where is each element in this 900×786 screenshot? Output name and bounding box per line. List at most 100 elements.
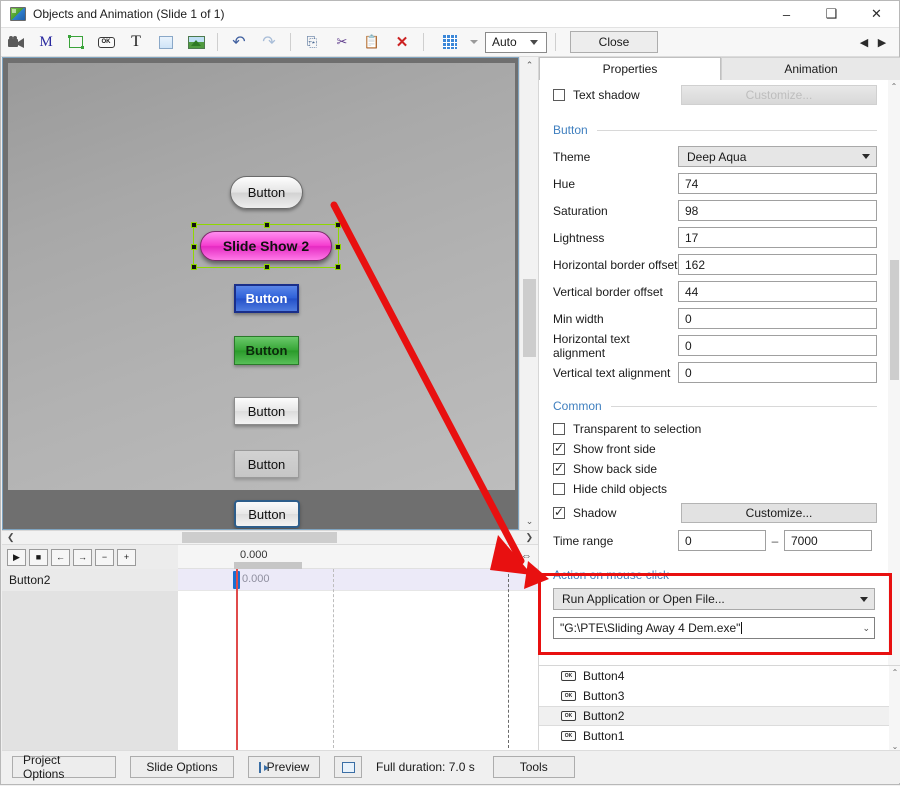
min-width-input[interactable]: 0 — [678, 308, 877, 329]
scroll-right-icon[interactable]: ❯ — [525, 532, 533, 543]
canvas-button-1[interactable]: Button — [230, 176, 303, 209]
timeline-stop-button[interactable]: ■ — [29, 548, 48, 566]
hide-child-objects-checkbox[interactable] — [553, 483, 565, 495]
redo-icon[interactable]: ↷ — [255, 30, 283, 55]
text-shadow-checkbox[interactable] — [553, 89, 565, 101]
preview-button[interactable]: Preview — [248, 756, 320, 778]
resize-handle-ne[interactable] — [335, 222, 341, 228]
vertical-text-alignment-input[interactable]: 0 — [678, 362, 877, 383]
shadow-customize-button[interactable]: Customize... — [681, 503, 877, 523]
button-object-icon[interactable]: OK — [92, 30, 120, 55]
resize-handle-nw[interactable] — [191, 222, 197, 228]
list-item[interactable]: OK Button3 — [539, 686, 900, 706]
timeline-playhead[interactable] — [236, 569, 238, 753]
scroll-up-icon[interactable]: ⌃ — [520, 57, 539, 74]
hscroll-thumb[interactable] — [182, 532, 337, 543]
list-item-selected[interactable]: OK Button2 — [539, 706, 900, 726]
lightness-input[interactable]: 17 — [678, 227, 877, 248]
timeline-prev-button[interactable]: ← — [51, 548, 70, 566]
nav-prev-icon[interactable]: ◀ — [855, 30, 873, 54]
objects-list-scrollbar[interactable]: ⌃ ⌄ — [889, 666, 900, 753]
transparent-to-selection-checkbox[interactable] — [553, 423, 565, 435]
timeline-zoom-out-button[interactable]: − — [95, 548, 114, 566]
timeline-next-button[interactable]: → — [73, 548, 92, 566]
mask-m-icon[interactable]: M — [32, 30, 60, 55]
time-range-from-input[interactable]: 0 — [678, 530, 766, 551]
canvas-button-6[interactable]: Button — [234, 450, 299, 478]
timeline-track-row[interactable]: 0.000 — [178, 569, 538, 591]
tab-properties[interactable]: Properties — [539, 57, 721, 80]
checkbox-show-back-side[interactable]: Show back side — [553, 459, 877, 479]
cut-icon[interactable]: ✂ — [328, 30, 356, 55]
time-range-to-input[interactable]: 7000 — [784, 530, 872, 551]
horizontal-text-alignment-input[interactable]: 0 — [678, 335, 877, 356]
properties-scrollbar[interactable]: ⌃ ⌄ — [888, 80, 900, 725]
timeline-play-button[interactable]: ▶ — [7, 548, 26, 566]
resize-handle-w[interactable] — [191, 244, 197, 250]
undo-icon[interactable]: ↶ — [225, 30, 253, 55]
show-front-side-checkbox[interactable] — [553, 441, 565, 455]
selection-handles[interactable] — [191, 222, 341, 270]
properties-scroll-thumb[interactable] — [890, 260, 899, 380]
close-icon[interactable]: ✕ — [854, 1, 899, 28]
nav-next-icon[interactable]: ▶ — [873, 30, 891, 54]
rectangle-object-icon[interactable] — [152, 30, 180, 55]
close-button[interactable]: Close — [570, 31, 658, 53]
properties-scroll-up-icon[interactable]: ⌃ — [888, 80, 900, 93]
scroll-left-icon[interactable]: ❮ — [7, 532, 15, 543]
show-back-side-checkbox[interactable] — [553, 461, 565, 475]
hue-input[interactable]: 74 — [678, 173, 877, 194]
slide-canvas[interactable]: Button Slide Show 2 Button Button Button… — [2, 57, 519, 530]
timeline-collapse-icon[interactable]: ⇔ — [521, 550, 532, 562]
text-object-icon[interactable]: T — [122, 30, 150, 55]
vertical-border-offset-input[interactable]: 44 — [678, 281, 877, 302]
objects-scroll-up-icon[interactable]: ⌃ — [889, 666, 900, 679]
timeline-track-label[interactable]: Button2 — [2, 569, 178, 591]
theme-dropdown[interactable]: Deep Aqua — [678, 146, 877, 167]
timeline-tracks[interactable]: 0.000 — [178, 569, 538, 753]
resize-handle-s[interactable] — [264, 264, 270, 270]
project-options-button[interactable]: Project Options — [12, 753, 116, 781]
slide-options-button[interactable]: Slide Options — [130, 756, 234, 778]
horizontal-border-offset-input[interactable]: 162 — [678, 254, 877, 275]
list-item[interactable]: OK Button1 — [539, 726, 900, 746]
checkbox-transparent-to-selection[interactable]: Transparent to selection — [553, 419, 877, 439]
canvas-button-3[interactable]: Button — [234, 284, 299, 313]
copy-icon[interactable]: ⎘ — [298, 30, 326, 55]
delete-icon[interactable]: ✕ — [388, 30, 416, 55]
grid-icon[interactable] — [436, 30, 464, 55]
frame-icon[interactable] — [62, 30, 90, 55]
resize-handle-e[interactable] — [335, 244, 341, 250]
resize-handle-n[interactable] — [264, 222, 270, 228]
canvas-button-5[interactable]: Button — [234, 397, 299, 425]
resize-handle-sw[interactable] — [191, 264, 197, 270]
scroll-down-icon[interactable]: ⌄ — [520, 513, 539, 530]
paste-icon[interactable]: 📋 — [358, 30, 386, 55]
grid-dropdown-icon[interactable] — [466, 30, 482, 55]
action-type-dropdown[interactable]: Run Application or Open File... — [553, 588, 875, 610]
canvas-horizontal-scrollbar[interactable]: ❮ ❯ — [2, 530, 538, 544]
fullscreen-preview-button[interactable] — [334, 756, 362, 778]
canvas-button-4[interactable]: Button — [234, 336, 299, 365]
maximize-icon[interactable]: ❑ — [809, 1, 854, 28]
checkbox-hide-child-objects[interactable]: Hide child objects — [553, 479, 877, 499]
image-object-icon[interactable] — [182, 30, 210, 55]
action-path-combobox[interactable]: "G:\PTE\Sliding Away 4 Dem.exe" ⌄ — [553, 617, 875, 639]
canvas-button-7[interactable]: Button — [234, 500, 300, 528]
canvas-vertical-scrollbar[interactable]: ⌃ ⌄ — [519, 57, 538, 530]
objects-list[interactable]: OK Button4 OK Button3 OK Button2 OK Butt… — [539, 665, 900, 753]
saturation-input[interactable]: 98 — [678, 200, 877, 221]
minimize-icon[interactable]: – — [764, 1, 809, 28]
shadow-checkbox[interactable] — [553, 505, 565, 519]
tab-animation[interactable]: Animation — [721, 57, 900, 80]
camera-icon[interactable] — [2, 30, 30, 55]
resize-handle-se[interactable] — [335, 264, 341, 270]
timeline-ruler[interactable]: 0.000 ⇔ — [178, 545, 538, 569]
zoom-select[interactable]: Auto — [485, 31, 547, 53]
list-item[interactable]: OK Button4 — [539, 666, 900, 686]
timeline-zoom-in-button[interactable]: + — [117, 548, 136, 566]
scroll-thumb[interactable] — [523, 279, 536, 357]
tools-button[interactable]: Tools — [492, 756, 575, 778]
checkbox-show-front-side[interactable]: Show front side — [553, 439, 877, 459]
slide-area[interactable]: Button Slide Show 2 Button Button Button… — [8, 63, 515, 528]
